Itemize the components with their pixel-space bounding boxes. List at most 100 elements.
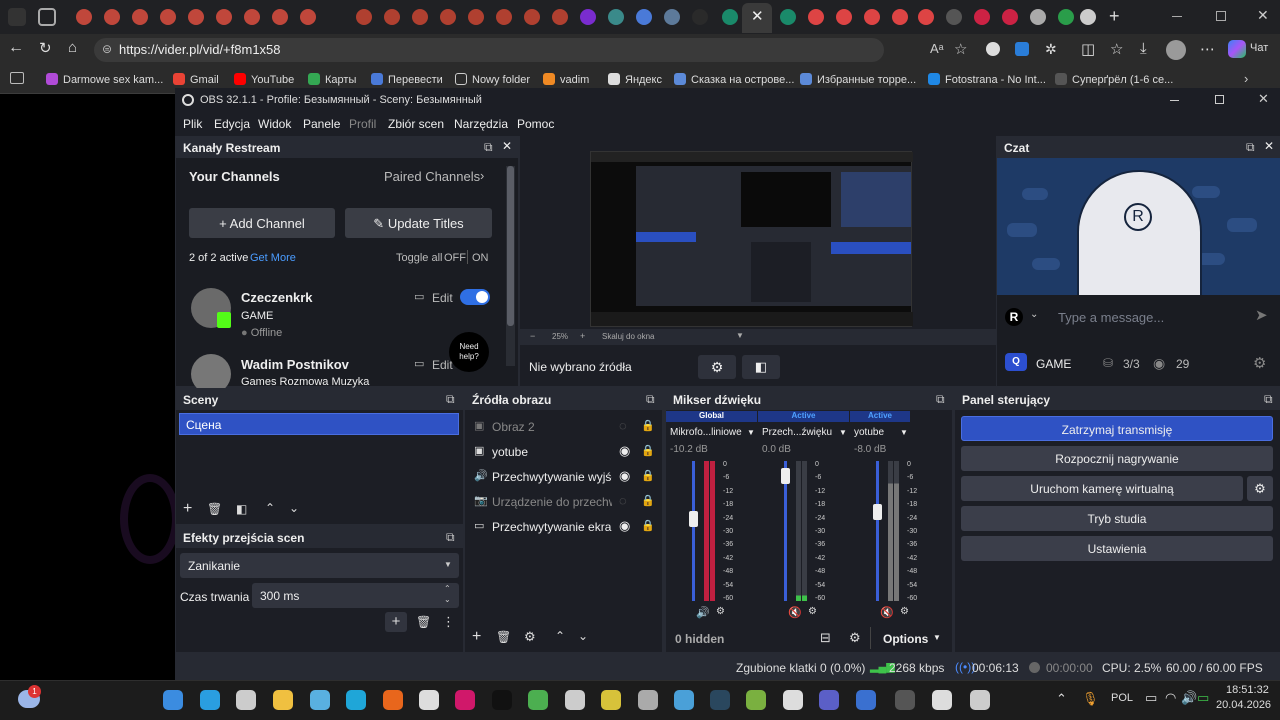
virtual-camera-button[interactable]: Uruchom kamerę wirtualną xyxy=(961,476,1243,501)
photos-app-icon[interactable] xyxy=(674,690,694,710)
winrar-icon[interactable] xyxy=(419,690,439,710)
float-dock-icon[interactable]: ⧉ xyxy=(446,392,455,407)
settings-button[interactable]: Ustawienia xyxy=(961,536,1273,561)
shield-extension-icon[interactable] xyxy=(1015,42,1029,56)
channel-edit-button[interactable]: Edit xyxy=(432,291,453,305)
tab-favicon[interactable] xyxy=(692,9,708,25)
tab-favicon[interactable] xyxy=(468,9,484,25)
tab-favicon[interactable] xyxy=(440,9,456,25)
tab-favicon[interactable] xyxy=(524,9,540,25)
lock-icon[interactable]: 🔒 xyxy=(641,494,655,507)
bookmark-11[interactable]: Суперґрёл (1-6 се... xyxy=(1055,73,1173,86)
lock-icon[interactable]: 🔒 xyxy=(641,519,655,532)
tab-favicon[interactable] xyxy=(160,9,176,25)
tab-favicon[interactable] xyxy=(104,9,120,25)
channel-name[interactable]: yotube xyxy=(854,427,884,438)
tab-favicon[interactable] xyxy=(188,9,204,25)
move-up-icon[interactable]: ⌃ xyxy=(555,629,565,643)
menu-widok[interactable]: Widok xyxy=(258,117,291,131)
tab-favicon[interactable] xyxy=(664,9,680,25)
tab-favicon[interactable] xyxy=(1002,9,1018,25)
chat-bubble-icon[interactable]: ▭ xyxy=(414,290,424,303)
transition-menu-icon[interactable]: ⋮ xyxy=(442,614,455,630)
mixer-options-button[interactable]: Options ▼ xyxy=(870,627,950,649)
notepad-icon[interactable] xyxy=(932,690,952,710)
clock-time[interactable]: 18:51:32 xyxy=(1226,684,1269,696)
lock-icon[interactable]: 🔒 xyxy=(641,469,655,482)
move-down-icon[interactable]: ⌄ xyxy=(289,501,299,515)
edge-icon[interactable] xyxy=(346,690,366,710)
start-recording-button[interactable]: Rozpocznij nagrywanie xyxy=(961,446,1273,471)
contacts-app-icon[interactable] xyxy=(856,690,876,710)
game-app-icon[interactable] xyxy=(746,690,766,710)
studio-mode-button[interactable]: Tryb studia xyxy=(961,506,1273,531)
menu-profil[interactable]: Profil xyxy=(349,117,376,131)
steam-icon[interactable] xyxy=(710,690,730,710)
float-dock-icon[interactable]: ⧉ xyxy=(646,392,655,407)
add-source-icon[interactable]: + xyxy=(472,628,481,646)
profile-avatar[interactable] xyxy=(1166,40,1186,60)
zoom-in-icon[interactable]: + xyxy=(580,331,585,341)
lock-icon[interactable]: 🔒 xyxy=(641,419,655,432)
float-dock-icon[interactable]: ⧉ xyxy=(1246,140,1255,155)
float-dock-icon[interactable]: ⧉ xyxy=(484,140,493,155)
channel-name[interactable]: Przech...źwięku xyxy=(762,427,832,438)
photos-icon[interactable] xyxy=(310,690,330,710)
source-filters-button[interactable]: ◧ xyxy=(742,355,780,379)
preview-canvas[interactable] xyxy=(590,151,913,327)
scene-item[interactable]: Сцена xyxy=(179,413,459,435)
tab-favicon[interactable] xyxy=(974,9,990,25)
new-tab-button[interactable]: + xyxy=(1109,6,1120,27)
restream-account-icon[interactable]: R xyxy=(1005,308,1023,326)
site-info-icon[interactable]: ⊜ xyxy=(102,42,112,56)
zoom-out-icon[interactable]: − xyxy=(530,331,535,341)
tab-favicon[interactable] xyxy=(836,9,852,25)
network-icon[interactable]: ◠ xyxy=(1165,690,1176,706)
update-titles-button[interactable]: ✎ Update Titles xyxy=(345,208,492,238)
tab-favicon[interactable] xyxy=(1080,9,1096,25)
chat-app-icon[interactable] xyxy=(970,690,990,710)
eye-icon[interactable]: ◉ xyxy=(619,443,630,459)
eye-icon[interactable]: ◉ xyxy=(619,518,630,534)
bookmark-0[interactable]: Darmowe sex kam... xyxy=(46,73,163,86)
bookmark-9[interactable]: Избранные торре... xyxy=(800,73,916,86)
obs-taskbar-icon[interactable] xyxy=(895,690,915,710)
need-help-button[interactable]: Need help? xyxy=(449,332,489,372)
tab-favicon[interactable] xyxy=(636,9,652,25)
tab-favicon[interactable] xyxy=(1058,9,1074,25)
tab-favicon[interactable] xyxy=(808,9,824,25)
task-view-icon[interactable] xyxy=(236,690,256,710)
obs-close-button[interactable]: ✕ xyxy=(1258,91,1269,107)
source-properties-button[interactable]: ⚙ xyxy=(698,355,736,379)
source-item[interactable]: 🔊 Przechwytywanie wyjści ◉ 🔒 xyxy=(469,466,659,488)
float-dock-icon[interactable]: ⧉ xyxy=(936,392,945,407)
chrome-icon[interactable] xyxy=(528,690,548,710)
bookmark-10[interactable]: Fotostrana - No Int... xyxy=(928,73,1046,86)
restream-icon[interactable] xyxy=(492,690,512,710)
url-text[interactable]: https://vider.pl/vid/+f8m1x58 xyxy=(119,42,281,57)
close-tab-icon[interactable]: ✕ xyxy=(751,7,764,25)
chevron-right-icon[interactable]: › xyxy=(480,168,484,183)
tab-favicon[interactable] xyxy=(780,9,796,25)
tab-favicon[interactable] xyxy=(722,9,738,25)
bookmark-8[interactable]: Сказка на острове... xyxy=(674,73,794,86)
send-icon[interactable]: ➤ xyxy=(1255,306,1268,324)
volume-fader-handle[interactable] xyxy=(873,504,882,520)
source-properties-icon[interactable]: ⚙ xyxy=(524,629,536,645)
battery-icon[interactable]: ▭ xyxy=(1197,690,1209,706)
clock-date[interactable]: 20.04.2026 xyxy=(1216,699,1271,711)
volume-fader-handle[interactable] xyxy=(689,511,698,527)
channel-edit-button[interactable]: Edit xyxy=(432,358,453,372)
your-channels-tab[interactable]: Your Channels xyxy=(189,169,280,184)
hat-app-icon[interactable] xyxy=(638,690,658,710)
tab-favicon[interactable] xyxy=(580,9,596,25)
tab-favicon[interactable] xyxy=(356,9,372,25)
workspaces-icon[interactable] xyxy=(38,8,56,26)
source-item[interactable]: ▭ Przechwytywanie ekranu ◉ 🔒 xyxy=(469,516,659,538)
menu-edycja[interactable]: Edycja xyxy=(214,117,250,131)
audio-settings-icon[interactable]: ⚙ xyxy=(716,606,725,617)
firefox-icon[interactable] xyxy=(383,690,403,710)
scene-filters-icon[interactable]: ◧ xyxy=(236,502,247,516)
toggle-all-on[interactable]: ON xyxy=(472,252,489,264)
tab-favicon[interactable] xyxy=(946,9,962,25)
